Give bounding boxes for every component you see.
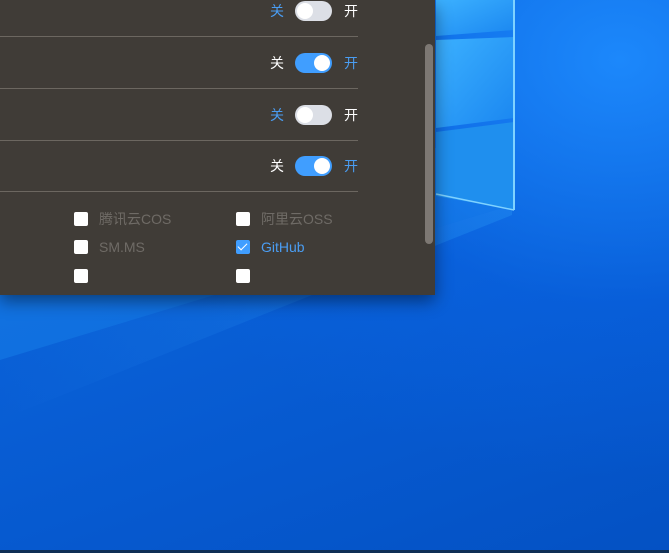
- toggle-switch-1[interactable]: [295, 0, 332, 21]
- toggle-on-label: 开: [344, 54, 358, 71]
- toggle-switch-2[interactable]: [295, 52, 332, 73]
- toggle-group-4: 关 开: [270, 140, 358, 191]
- switch-knob: [314, 54, 330, 71]
- checkbox-label: 阿里云OSS: [261, 211, 333, 227]
- checkbox-box[interactable]: [236, 212, 250, 226]
- settings-panel: 关 开 关 开 关 开 关 开 腾讯云COS 阿里云OSS SM.MS GitH…: [0, 0, 435, 295]
- checkbox-label: GitHub: [261, 239, 305, 255]
- uploader-checkbox-aliyun-oss[interactable]: 阿里云OSS: [236, 209, 333, 229]
- checkbox-box[interactable]: [74, 212, 88, 226]
- uploader-checkbox-smms[interactable]: SM.MS: [74, 239, 145, 255]
- uploader-checkbox-github[interactable]: GitHub: [236, 239, 305, 255]
- toggle-off-label: 关: [270, 157, 284, 174]
- switch-knob: [314, 157, 330, 174]
- checkbox-box[interactable]: [236, 269, 250, 283]
- checkbox-label: SM.MS: [99, 239, 145, 255]
- toggle-switch-3[interactable]: [295, 104, 332, 125]
- checkbox-box[interactable]: [74, 269, 88, 283]
- settings-row-2: 关 开: [0, 37, 358, 89]
- settings-row-4: 关 开: [0, 140, 358, 192]
- settings-row-1: 关 开: [0, 0, 358, 37]
- toggle-group-3: 关 开: [270, 89, 358, 140]
- toggle-off-label: 关: [270, 54, 284, 71]
- settings-row-3: 关 开: [0, 89, 358, 141]
- toggle-group-2: 关 开: [270, 37, 358, 88]
- toggle-off-label: 关: [270, 106, 284, 123]
- uploader-checkbox-partial[interactable]: [236, 269, 250, 283]
- switch-knob: [297, 2, 313, 19]
- checkbox-label: 腾讯云COS: [99, 211, 172, 227]
- toggle-on-label: 开: [344, 106, 358, 123]
- checkbox-box[interactable]: [74, 240, 88, 254]
- toggle-switch-4[interactable]: [295, 155, 332, 176]
- toggle-on-label: 开: [344, 2, 358, 19]
- toggle-group-1: 关 开: [270, 0, 358, 36]
- vertical-scrollbar[interactable]: [425, 44, 433, 244]
- uploader-checkbox-tencent-cos[interactable]: 腾讯云COS: [74, 209, 171, 229]
- toggle-off-label: 关: [270, 2, 284, 19]
- toggle-on-label: 开: [344, 157, 358, 174]
- uploader-checkbox-partial[interactable]: [74, 269, 88, 283]
- switch-knob: [297, 106, 313, 123]
- checkbox-box[interactable]: [236, 240, 250, 254]
